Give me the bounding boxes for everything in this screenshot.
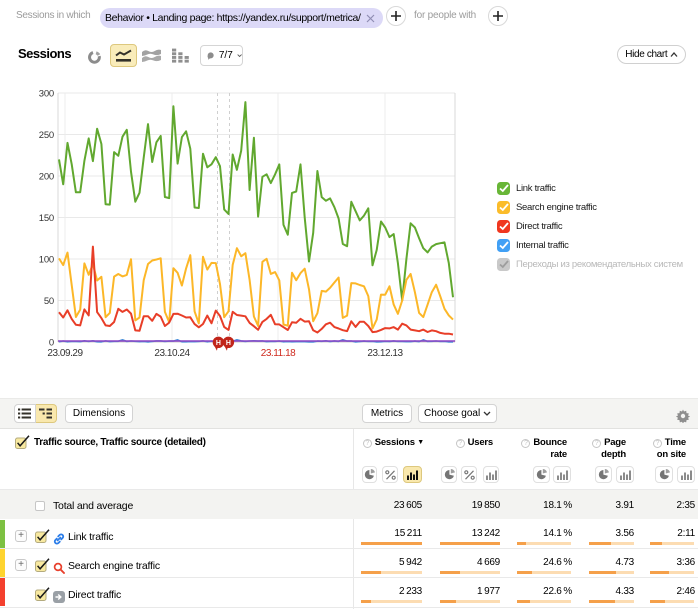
svg-text:23.10.24: 23.10.24	[154, 348, 190, 359]
svg-text:0: 0	[49, 338, 54, 349]
svg-text:50: 50	[44, 296, 54, 307]
svg-text:H: H	[226, 340, 231, 347]
svg-text:300: 300	[39, 89, 54, 100]
svg-text:100: 100	[39, 255, 54, 266]
svg-text:200: 200	[39, 172, 54, 183]
svg-text:150: 150	[39, 213, 54, 224]
svg-text:250: 250	[39, 130, 54, 141]
svg-text:H: H	[216, 340, 221, 347]
svg-text:23.12.13: 23.12.13	[367, 348, 403, 359]
svg-text:23.11.18: 23.11.18	[261, 348, 296, 359]
svg-text:23.09.29: 23.09.29	[47, 348, 83, 359]
